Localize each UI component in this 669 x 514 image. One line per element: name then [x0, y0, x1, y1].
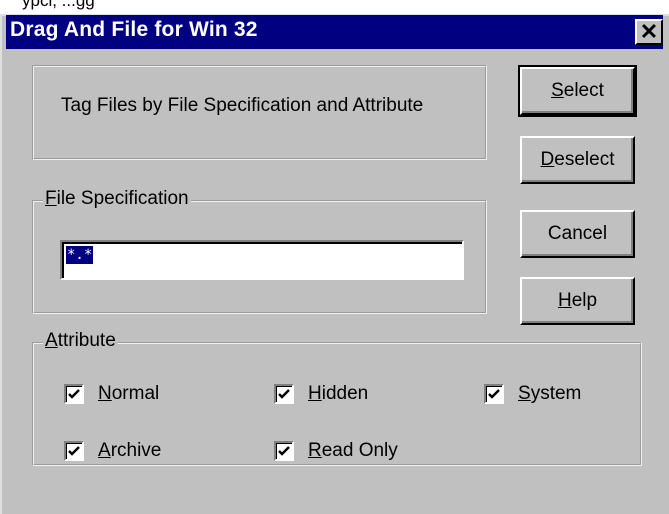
help-mnemonic: H: [557, 290, 572, 311]
background-caption-strip: ypci, ...gg: [0, 0, 669, 14]
help-button[interactable]: Help: [520, 277, 635, 325]
attribute-label: ttribute: [57, 330, 116, 351]
system-label: ystem: [530, 383, 582, 404]
cancel-button[interactable]: Cancel: [520, 210, 635, 258]
deselect-button[interactable]: Deselect: [520, 136, 635, 184]
check-icon: [274, 384, 294, 404]
file-spec-input[interactable]: *.*: [60, 240, 464, 280]
file-spec-mnemonic: F: [45, 188, 57, 209]
archive-mnemonic: A: [98, 440, 111, 461]
close-icon: ✕: [639, 19, 659, 44]
archive-label: rchive: [110, 440, 162, 461]
normal-label: ormal: [111, 383, 160, 404]
check-icon: [484, 384, 504, 404]
readonly-label: ead Only: [321, 440, 398, 461]
select-mnemonic: S: [551, 80, 564, 101]
cancel-label: Cancel: [547, 223, 608, 244]
deselect-label: eselect: [554, 149, 615, 170]
hidden-mnemonic: H: [308, 383, 322, 404]
select-button[interactable]: Select: [518, 65, 637, 117]
background-caption-text: ypci, ...gg: [22, 0, 95, 10]
normal-checkbox[interactable]: Normal: [64, 383, 159, 405]
system-checkbox[interactable]: System: [484, 383, 581, 405]
check-icon: [274, 441, 294, 461]
hidden-label: idden: [321, 383, 369, 404]
deselect-mnemonic: D: [540, 149, 555, 170]
info-text: Tag Files by File Specification and Attr…: [61, 95, 424, 116]
normal-mnemonic: N: [98, 383, 112, 404]
readonly-mnemonic: R: [308, 440, 322, 461]
file-spec-label: ile Specification: [56, 188, 189, 209]
select-label: elect: [563, 80, 604, 101]
file-spec-legend: File Specification: [43, 188, 191, 210]
title-bar: Drag And File for Win 32 ✕: [6, 15, 663, 49]
check-icon: [64, 384, 84, 404]
archive-checkbox[interactable]: Archive: [64, 440, 161, 462]
readonly-checkbox[interactable]: Read Only: [274, 440, 398, 462]
hidden-checkbox[interactable]: Hidden: [274, 383, 368, 405]
help-label: elp: [571, 290, 598, 311]
file-spec-value: *.*: [66, 246, 94, 264]
attribute-mnemonic: A: [45, 330, 58, 351]
attribute-legend: Attribute: [43, 330, 118, 352]
system-mnemonic: S: [518, 383, 531, 404]
close-button[interactable]: ✕: [635, 19, 663, 45]
window-title: Drag And File for Win 32: [10, 18, 258, 41]
check-icon: [64, 441, 84, 461]
